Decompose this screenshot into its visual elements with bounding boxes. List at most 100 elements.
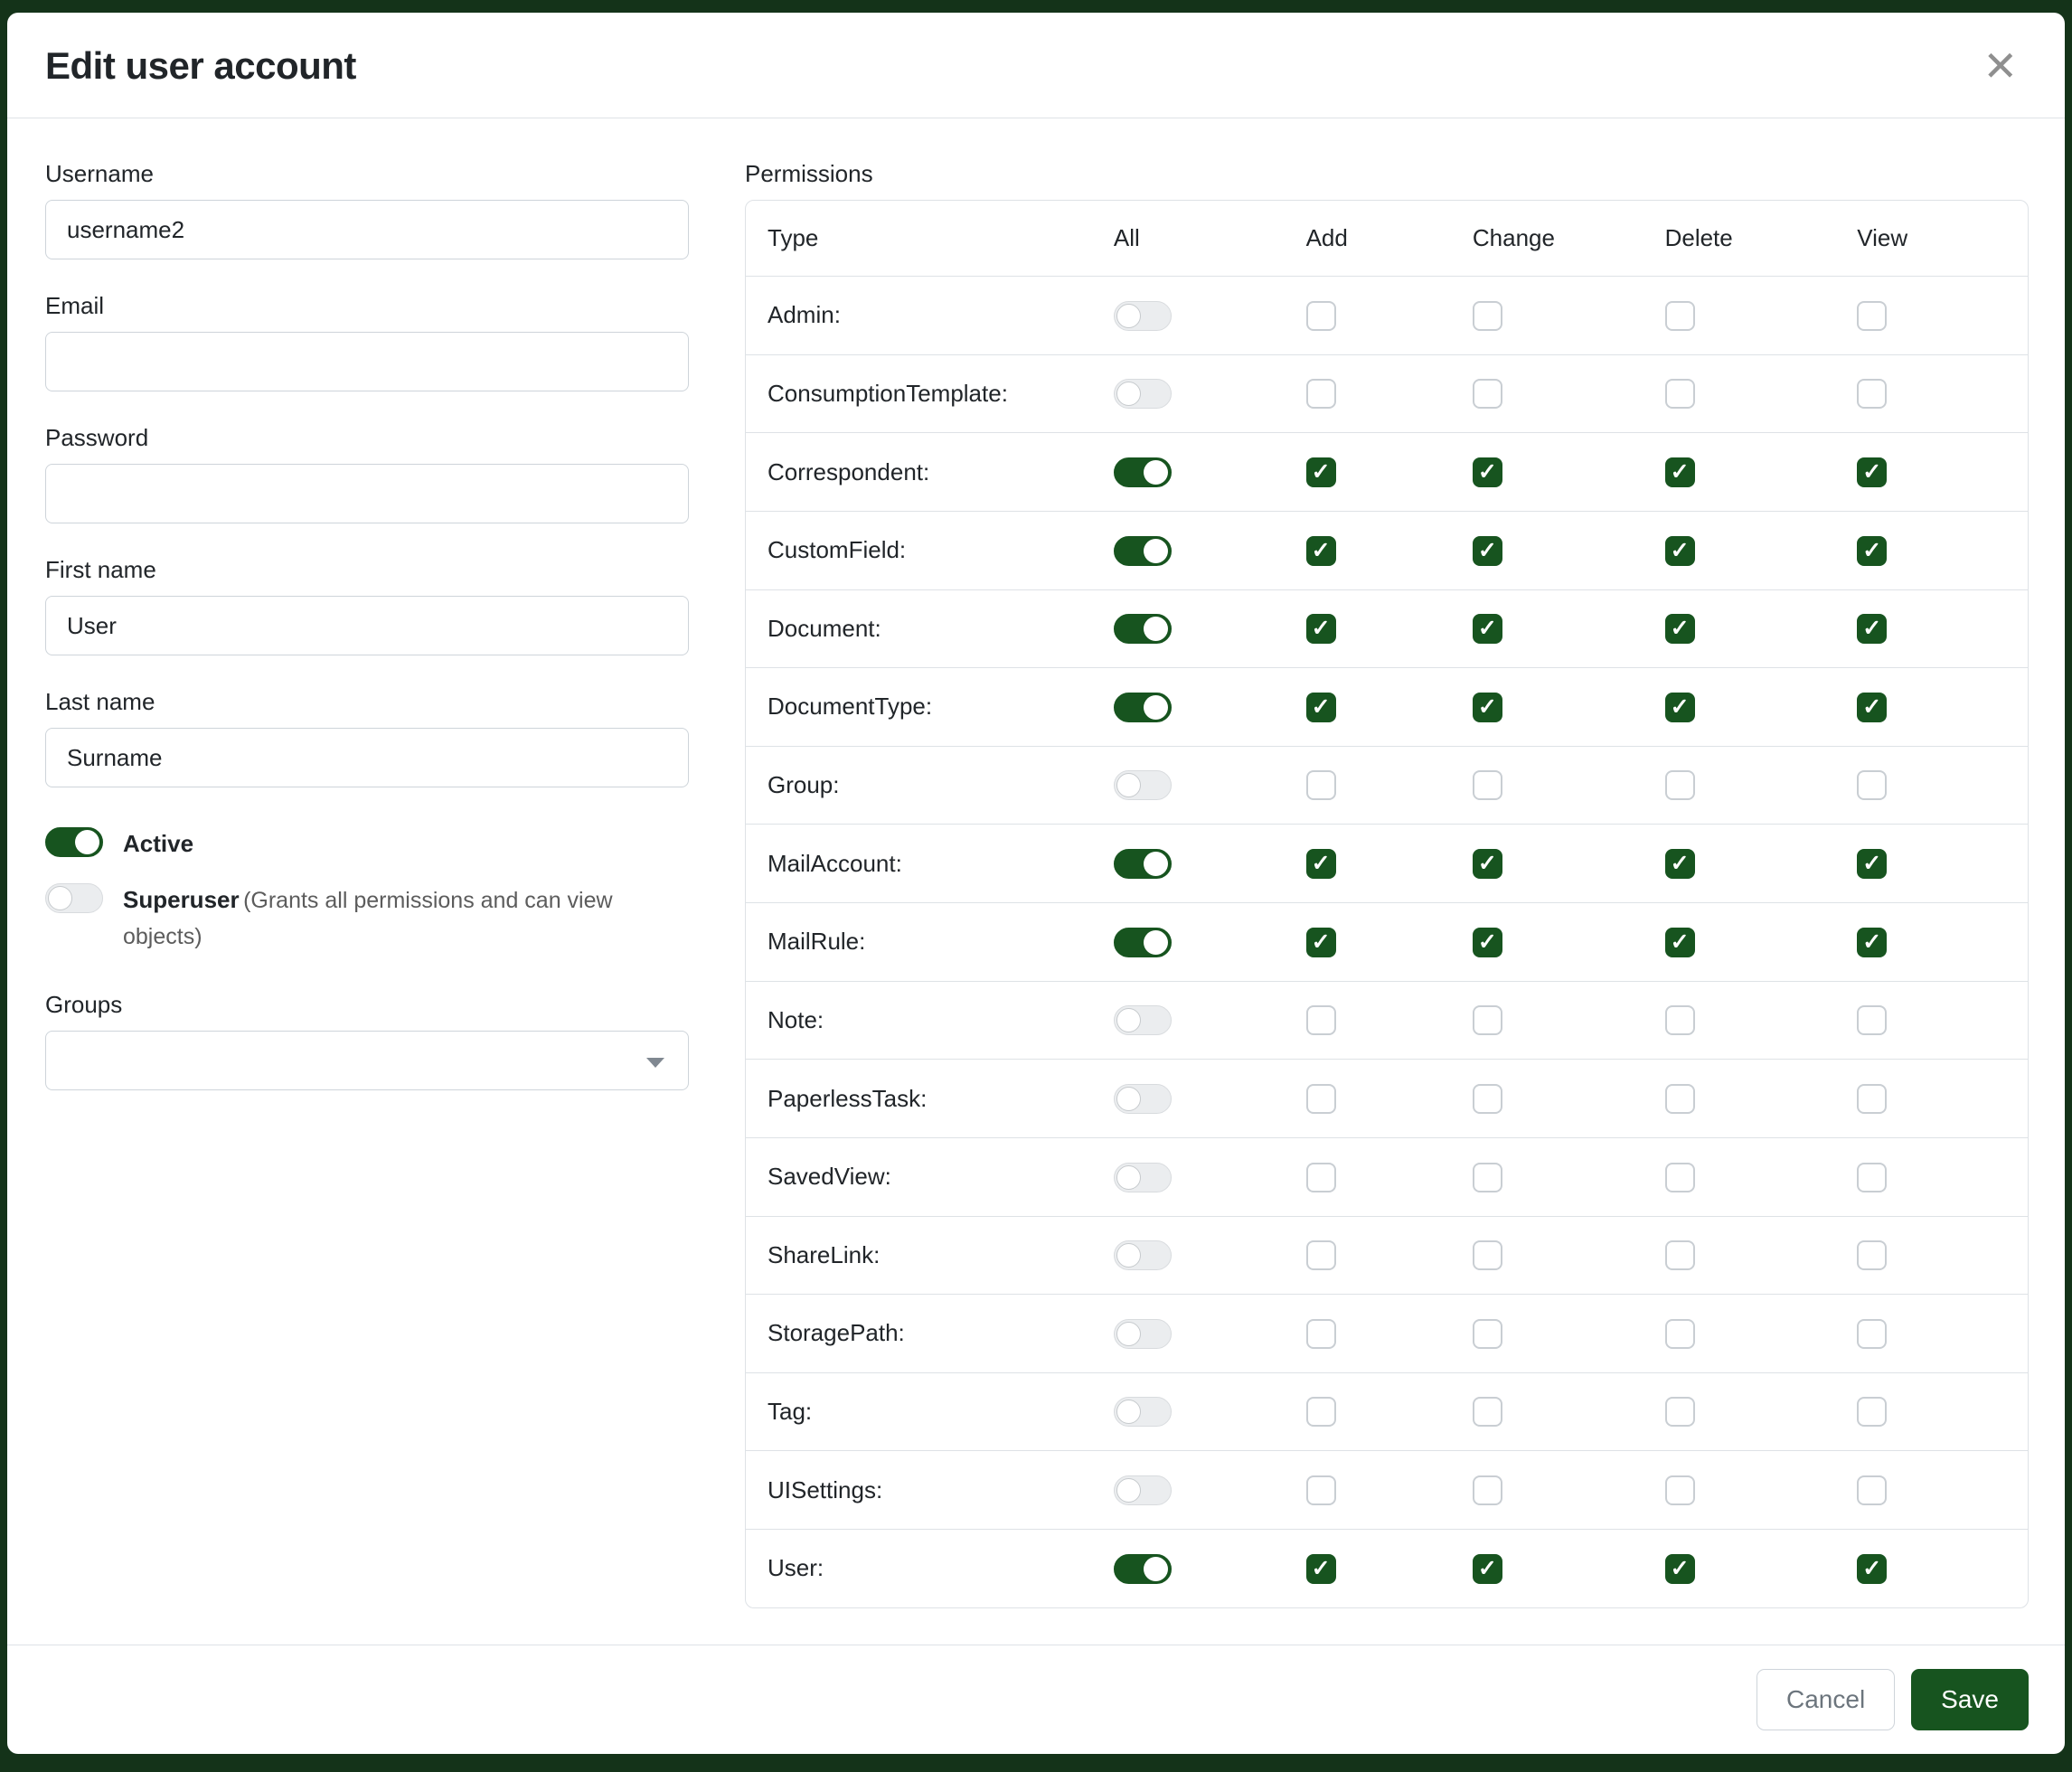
toggle-knob <box>1116 1165 1141 1190</box>
permission-change-checkbox[interactable] <box>1473 1475 1502 1505</box>
permission-all-toggle[interactable] <box>1114 770 1172 800</box>
permission-view-checkbox[interactable] <box>1857 1554 1887 1584</box>
permission-all-toggle[interactable] <box>1114 849 1172 879</box>
permission-view-checkbox[interactable] <box>1857 928 1887 957</box>
permission-view-checkbox[interactable] <box>1857 536 1887 566</box>
permission-view-checkbox[interactable] <box>1857 1084 1887 1114</box>
permission-add-checkbox[interactable] <box>1306 614 1336 644</box>
permission-add-checkbox[interactable] <box>1306 379 1336 409</box>
permission-add-checkbox[interactable] <box>1306 1319 1336 1349</box>
permission-all-toggle[interactable] <box>1114 1319 1172 1349</box>
toggle-knob <box>1116 1087 1141 1111</box>
permission-add-checkbox[interactable] <box>1306 536 1336 566</box>
permission-all-toggle[interactable] <box>1114 1084 1172 1114</box>
permission-delete-checkbox[interactable] <box>1665 1475 1695 1505</box>
permission-view-checkbox[interactable] <box>1857 1475 1887 1505</box>
permission-view-checkbox[interactable] <box>1857 301 1887 331</box>
permission-view-checkbox[interactable] <box>1857 1319 1887 1349</box>
permission-all-toggle[interactable] <box>1114 536 1172 566</box>
groups-select[interactable] <box>45 1031 689 1090</box>
permission-view-checkbox[interactable] <box>1857 1240 1887 1270</box>
permission-all-toggle[interactable] <box>1114 614 1172 644</box>
permission-delete-checkbox[interactable] <box>1665 536 1695 566</box>
permission-type-label: SavedView: <box>746 1137 1092 1216</box>
permission-add-checkbox[interactable] <box>1306 457 1336 487</box>
permission-change-checkbox[interactable] <box>1473 1397 1502 1427</box>
permission-delete-checkbox[interactable] <box>1665 1084 1695 1114</box>
permission-delete-checkbox[interactable] <box>1665 928 1695 957</box>
permission-change-checkbox[interactable] <box>1473 614 1502 644</box>
permission-view-checkbox[interactable] <box>1857 1005 1887 1035</box>
permission-all-toggle[interactable] <box>1114 1554 1172 1584</box>
permission-delete-checkbox[interactable] <box>1665 1554 1695 1584</box>
close-icon[interactable]: ✕ <box>1975 42 2025 90</box>
permission-delete-checkbox[interactable] <box>1665 614 1695 644</box>
permission-view-checkbox[interactable] <box>1857 457 1887 487</box>
permission-view-checkbox[interactable] <box>1857 849 1887 879</box>
permission-change-checkbox[interactable] <box>1473 1005 1502 1035</box>
permission-all-toggle[interactable] <box>1114 1475 1172 1505</box>
permission-delete-checkbox[interactable] <box>1665 457 1695 487</box>
permission-view-checkbox[interactable] <box>1857 693 1887 722</box>
permission-all-toggle[interactable] <box>1114 379 1172 409</box>
permission-add-checkbox[interactable] <box>1306 1163 1336 1192</box>
permission-view-checkbox[interactable] <box>1857 1163 1887 1192</box>
permission-change-checkbox[interactable] <box>1473 379 1502 409</box>
permission-all-toggle[interactable] <box>1114 693 1172 722</box>
permission-add-checkbox[interactable] <box>1306 928 1336 957</box>
last-name-input[interactable] <box>45 728 689 787</box>
permission-add-checkbox[interactable] <box>1306 1240 1336 1270</box>
first-name-input[interactable] <box>45 596 689 655</box>
permission-change-checkbox[interactable] <box>1473 693 1502 722</box>
permission-view-checkbox[interactable] <box>1857 1397 1887 1427</box>
permission-all-toggle[interactable] <box>1114 301 1172 331</box>
permission-change-checkbox[interactable] <box>1473 1554 1502 1584</box>
permission-delete-checkbox[interactable] <box>1665 1240 1695 1270</box>
permission-delete-checkbox[interactable] <box>1665 770 1695 800</box>
permission-change-checkbox[interactable] <box>1473 536 1502 566</box>
permission-change-checkbox[interactable] <box>1473 1084 1502 1114</box>
permission-add-checkbox[interactable] <box>1306 1005 1336 1035</box>
permission-delete-checkbox[interactable] <box>1665 1005 1695 1035</box>
permission-delete-checkbox[interactable] <box>1665 301 1695 331</box>
email-input[interactable] <box>45 332 689 391</box>
permission-add-checkbox[interactable] <box>1306 1084 1336 1114</box>
column-header-delete: Delete <box>1643 201 1836 277</box>
permission-delete-checkbox[interactable] <box>1665 1397 1695 1427</box>
permission-change-checkbox[interactable] <box>1473 928 1502 957</box>
permission-add-checkbox[interactable] <box>1306 301 1336 331</box>
permission-change-checkbox[interactable] <box>1473 1319 1502 1349</box>
permission-delete-checkbox[interactable] <box>1665 849 1695 879</box>
permission-delete-checkbox[interactable] <box>1665 1163 1695 1192</box>
permission-delete-checkbox[interactable] <box>1665 693 1695 722</box>
save-button[interactable]: Save <box>1911 1669 2029 1730</box>
password-input[interactable] <box>45 464 689 523</box>
cancel-button[interactable]: Cancel <box>1756 1669 1895 1730</box>
username-input[interactable] <box>45 200 689 259</box>
permission-delete-checkbox[interactable] <box>1665 379 1695 409</box>
permission-view-checkbox[interactable] <box>1857 379 1887 409</box>
permission-all-toggle[interactable] <box>1114 1240 1172 1270</box>
permission-add-checkbox[interactable] <box>1306 1554 1336 1584</box>
permission-add-checkbox[interactable] <box>1306 1397 1336 1427</box>
permission-add-checkbox[interactable] <box>1306 770 1336 800</box>
permission-change-checkbox[interactable] <box>1473 770 1502 800</box>
permission-all-toggle[interactable] <box>1114 1163 1172 1192</box>
permission-all-toggle[interactable] <box>1114 1005 1172 1035</box>
permission-change-checkbox[interactable] <box>1473 301 1502 331</box>
permission-change-checkbox[interactable] <box>1473 457 1502 487</box>
permission-change-checkbox[interactable] <box>1473 849 1502 879</box>
permission-view-checkbox[interactable] <box>1857 770 1887 800</box>
superuser-toggle[interactable] <box>45 883 103 913</box>
permission-change-checkbox[interactable] <box>1473 1163 1502 1192</box>
permission-add-checkbox[interactable] <box>1306 1475 1336 1505</box>
permission-delete-checkbox[interactable] <box>1665 1319 1695 1349</box>
permission-add-checkbox[interactable] <box>1306 693 1336 722</box>
permission-change-checkbox[interactable] <box>1473 1240 1502 1270</box>
permission-view-checkbox[interactable] <box>1857 614 1887 644</box>
permission-all-toggle[interactable] <box>1114 928 1172 957</box>
active-toggle[interactable] <box>45 827 103 857</box>
permission-all-toggle[interactable] <box>1114 1397 1172 1427</box>
permission-add-checkbox[interactable] <box>1306 849 1336 879</box>
permission-all-toggle[interactable] <box>1114 457 1172 487</box>
